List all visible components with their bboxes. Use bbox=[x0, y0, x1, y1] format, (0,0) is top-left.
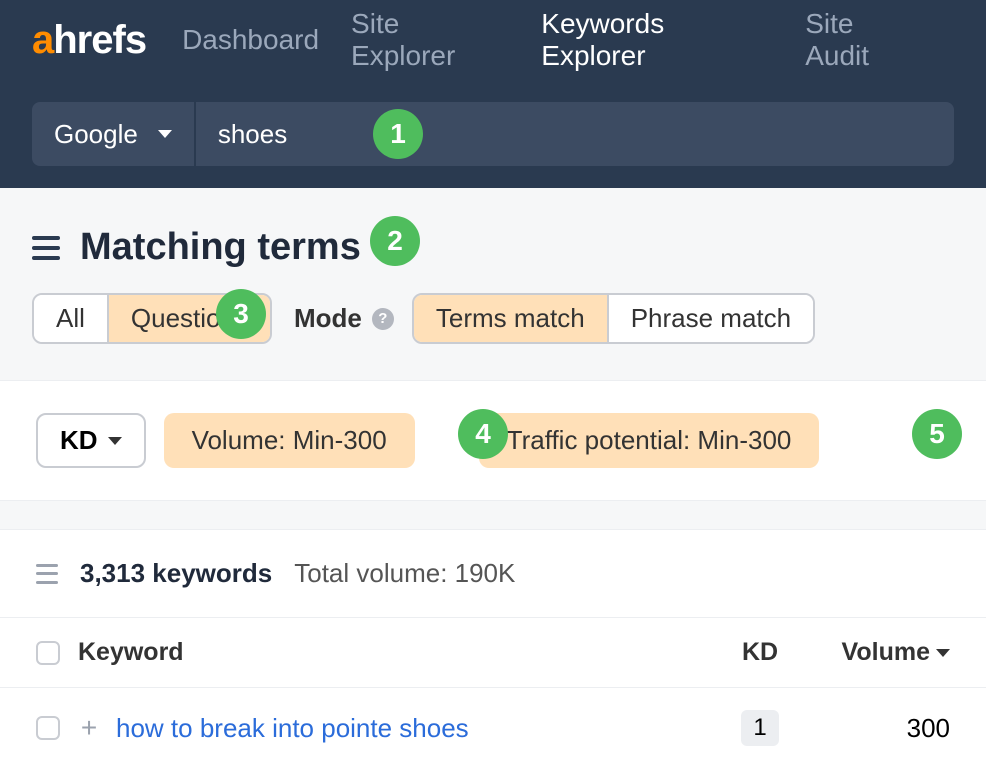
cell-keyword: + how to break into pointe shoes bbox=[78, 713, 710, 744]
volume-value: 300 bbox=[907, 713, 950, 744]
logo-first: a bbox=[32, 18, 53, 62]
mode-label: Mode ? bbox=[294, 303, 394, 334]
col-header-volume-label: Volume bbox=[842, 638, 930, 667]
main-content: Matching terms 2 All Questions Mode ? Te… bbox=[0, 188, 986, 768]
nav-site-audit[interactable]: Site Audit bbox=[805, 8, 922, 72]
summary-row: 3,313 keywords Total volume: 190K bbox=[0, 530, 986, 618]
kd-chip: 1 bbox=[741, 710, 778, 746]
nav-keywords-explorer[interactable]: Keywords Explorer bbox=[541, 8, 773, 72]
total-volume: Total volume: 190K bbox=[294, 558, 515, 589]
tab-all[interactable]: All bbox=[34, 295, 109, 342]
col-header-kd[interactable]: KD bbox=[710, 638, 810, 667]
traffic-potential-filter-pill[interactable]: Traffic potential: Min-300 bbox=[479, 413, 820, 468]
section-title-row: Matching terms 2 bbox=[0, 188, 986, 293]
col-header-kd-label: KD bbox=[742, 638, 778, 666]
row-checkbox[interactable] bbox=[36, 716, 60, 740]
keyword-count: 3,313 keywords bbox=[80, 558, 272, 589]
sort-desc-icon bbox=[936, 649, 950, 657]
col-header-keyword[interactable]: Keyword bbox=[78, 638, 710, 667]
search-engine-select[interactable]: Google bbox=[32, 102, 194, 166]
top-nav: ahrefs Dashboard Site Explorer Keywords … bbox=[0, 0, 986, 80]
expand-icon[interactable]: + bbox=[78, 717, 100, 739]
kd-filter-button[interactable]: KD bbox=[36, 413, 146, 468]
columns-icon[interactable] bbox=[36, 564, 58, 584]
chevron-down-icon bbox=[158, 130, 172, 138]
mode-toggle-group: Terms match Phrase match bbox=[412, 293, 815, 344]
results-panel: 3,313 keywords Total volume: 190K Keywor… bbox=[0, 529, 986, 768]
mode-label-text: Mode bbox=[294, 303, 362, 334]
volume-filter-pill[interactable]: Volume: Min-300 bbox=[164, 413, 415, 468]
chevron-down-icon bbox=[108, 437, 122, 445]
keyword-link[interactable]: how to break into pointe shoes bbox=[116, 713, 469, 744]
menu-icon[interactable] bbox=[32, 236, 60, 260]
annotation-badge-2: 2 bbox=[370, 216, 420, 266]
nav-dashboard[interactable]: Dashboard bbox=[182, 24, 319, 56]
logo[interactable]: ahrefs bbox=[32, 18, 146, 63]
annotation-badge-3: 3 bbox=[216, 289, 266, 339]
tp-pill-label: Traffic potential: Min-300 bbox=[507, 425, 792, 456]
volume-pill-label: Volume: Min-300 bbox=[192, 425, 387, 456]
logo-rest: hrefs bbox=[53, 18, 146, 62]
annotation-badge-5: 5 bbox=[912, 409, 962, 459]
search-input[interactable]: shoes bbox=[196, 102, 954, 166]
col-header-volume[interactable]: Volume bbox=[810, 638, 950, 667]
cell-volume: 300 bbox=[810, 713, 950, 744]
cell-kd: 1 bbox=[710, 710, 810, 746]
search-engine-label: Google bbox=[54, 119, 138, 150]
section-title: Matching terms bbox=[80, 226, 361, 269]
help-icon[interactable]: ? bbox=[372, 308, 394, 330]
search-bar: Google shoes 1 bbox=[0, 80, 986, 188]
select-all-checkbox[interactable] bbox=[36, 641, 60, 665]
annotation-badge-4: 4 bbox=[458, 409, 508, 459]
filter-tabs-row: All Questions Mode ? Terms match Phrase … bbox=[0, 293, 986, 370]
table-header: Keyword KD Volume bbox=[0, 618, 986, 688]
search-query: shoes bbox=[218, 119, 287, 150]
tab-terms-match[interactable]: Terms match bbox=[414, 295, 609, 342]
filter-pills-panel: KD Volume: Min-300 Traffic potential: Mi… bbox=[0, 380, 986, 501]
tab-phrase-match[interactable]: Phrase match bbox=[609, 295, 813, 342]
kd-btn-label: KD bbox=[60, 425, 98, 456]
table-row: + how to break into pointe shoes 1 300 bbox=[0, 688, 986, 768]
col-header-keyword-label: Keyword bbox=[78, 638, 184, 667]
nav-site-explorer[interactable]: Site Explorer bbox=[351, 8, 509, 72]
annotation-badge-1: 1 bbox=[373, 109, 423, 159]
